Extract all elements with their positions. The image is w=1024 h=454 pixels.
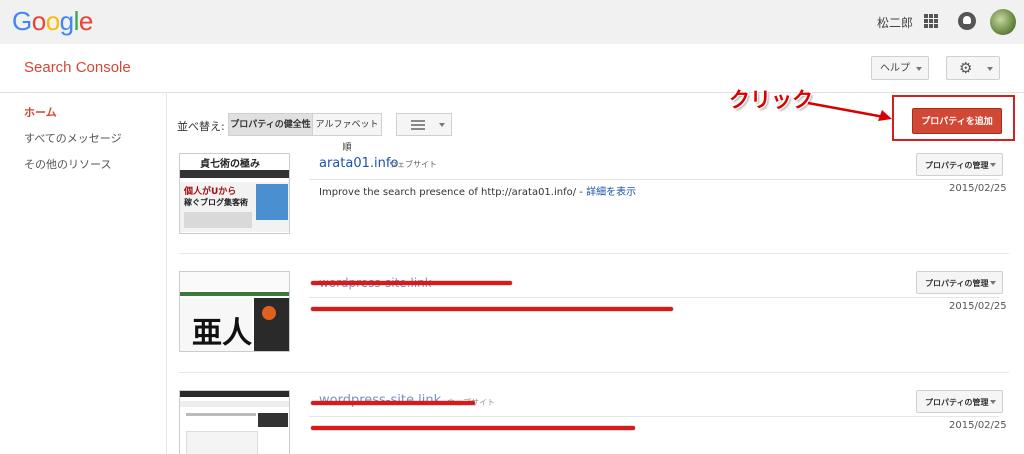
site-thumbnail[interactable] xyxy=(179,390,290,454)
sidebar-item-other-resources[interactable]: その他のリソース xyxy=(24,156,111,172)
view-mode-button[interactable] xyxy=(396,113,452,136)
thumb-subtitle: 稼ぐブログ集客術 xyxy=(184,198,248,207)
logo-letter: e xyxy=(78,6,93,36)
redaction-mark xyxy=(311,401,475,405)
redaction-mark xyxy=(311,281,512,285)
thumb-title: 亜人 xyxy=(192,316,252,351)
logo-letter: G xyxy=(12,6,32,36)
manage-property-label: プロパティの管理 xyxy=(925,161,989,170)
avatar[interactable] xyxy=(990,9,1016,35)
property-card: 貞七術の極み 個人がUから 稼ぐブログ集客術 arata01.info ウェブサ… xyxy=(179,153,1009,238)
divider xyxy=(179,372,1009,373)
add-property-button[interactable]: プロパティを追加 xyxy=(912,108,1002,134)
sidebar-item-home[interactable]: ホーム xyxy=(24,104,57,120)
thumb-headline: 個人がUから xyxy=(184,187,237,197)
property-name[interactable]: arata01.info xyxy=(319,156,398,171)
site-thumbnail[interactable]: 亜人 xyxy=(179,271,290,352)
redaction-mark xyxy=(311,307,673,311)
divider xyxy=(179,253,1009,254)
sort-by-health-button[interactable]: プロパティの健全性 xyxy=(228,113,313,136)
property-card: wordpress-site.link ウェブサイト プロパティの管理 2015… xyxy=(179,390,1009,454)
divider xyxy=(309,179,999,180)
chevron-down-icon xyxy=(987,67,993,71)
details-link[interactable]: 詳細を表示 xyxy=(586,187,636,198)
chevron-down-icon xyxy=(439,123,445,127)
property-date: 2015/02/25 xyxy=(949,301,1007,312)
google-logo[interactable]: Google xyxy=(12,6,93,37)
help-label: ヘルプ xyxy=(880,63,910,74)
property-description-text: Improve the search presence of http://ar… xyxy=(319,187,583,198)
annotation-click-text: クリック xyxy=(729,88,813,112)
top-bar: Google 松二郎 xyxy=(0,0,1024,44)
notifications-bell-icon[interactable] xyxy=(958,12,976,30)
property-date: 2015/02/25 xyxy=(949,420,1007,431)
sort-alphabetical-button[interactable]: アルファベット順 xyxy=(312,113,382,153)
property-date: 2015/02/25 xyxy=(949,183,1007,194)
chevron-down-icon xyxy=(990,163,996,167)
divider xyxy=(309,297,999,298)
chevron-down-icon xyxy=(990,400,996,404)
manage-property-label: プロパティの管理 xyxy=(925,398,989,407)
chevron-down-icon xyxy=(916,67,922,71)
apps-grid-icon[interactable] xyxy=(924,14,938,28)
manage-property-button[interactable]: プロパティの管理 xyxy=(916,390,1003,413)
manage-property-button[interactable]: プロパティの管理 xyxy=(916,153,1003,176)
sidebar xyxy=(0,92,167,454)
thumb-logo: 貞七術の極み xyxy=(200,159,260,170)
logo-letter: g xyxy=(59,6,74,36)
logo-letter: o xyxy=(45,6,60,36)
property-type: ウェブサイト xyxy=(389,160,437,169)
divider xyxy=(309,416,999,417)
manage-property-button[interactable]: プロパティの管理 xyxy=(916,271,1003,294)
site-thumbnail[interactable]: 貞七術の極み 個人がUから 稼ぐブログ集客術 xyxy=(179,153,290,234)
sort-label: 並べ替え: xyxy=(177,120,225,133)
help-button[interactable]: ヘルプ xyxy=(871,56,929,80)
logo-letter: o xyxy=(31,6,46,36)
annotation-arrow-icon xyxy=(807,101,892,121)
property-card: 亜人 wordpress-site.link プロパティの管理 2015/02/… xyxy=(179,271,1009,356)
sidebar-item-all-messages[interactable]: すべてのメッセージ xyxy=(24,130,122,146)
list-view-icon xyxy=(411,120,425,130)
gear-icon: ⚙ xyxy=(959,59,973,77)
property-description: Improve the search presence of http://ar… xyxy=(319,183,636,198)
user-name[interactable]: 松二郎 xyxy=(877,14,913,31)
manage-property-label: プロパティの管理 xyxy=(925,279,989,288)
product-title[interactable]: Search Console xyxy=(24,59,131,76)
redaction-mark xyxy=(311,426,635,430)
settings-button[interactable]: ⚙ xyxy=(946,56,1000,80)
chevron-down-icon xyxy=(990,281,996,285)
